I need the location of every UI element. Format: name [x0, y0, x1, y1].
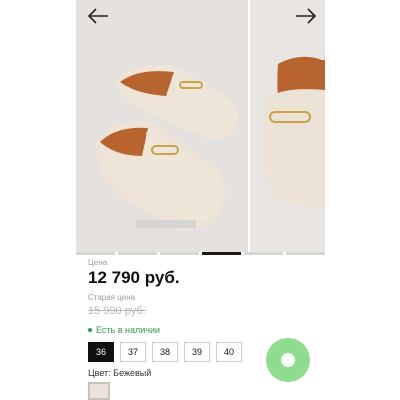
size-option-39[interactable]: 39	[184, 342, 210, 362]
gallery-dot[interactable]	[244, 252, 283, 255]
current-price: 12 790 руб.	[88, 268, 180, 287]
size-option-38[interactable]: 38	[152, 342, 178, 362]
arrow-left-icon[interactable]	[86, 6, 110, 26]
size-option-40[interactable]: 40	[216, 342, 242, 362]
gallery-pagination	[76, 252, 325, 257]
chat-button[interactable]	[266, 338, 310, 382]
size-selector: 36 37 38 39 40	[88, 342, 242, 362]
gallery-dot[interactable]	[160, 252, 199, 255]
old-price: 15 990 руб.	[88, 305, 146, 317]
size-option-36[interactable]: 36	[88, 342, 114, 362]
gallery-dot[interactable]	[76, 252, 115, 255]
gallery-dot[interactable]	[118, 252, 157, 255]
stock-status: Есть в наличии	[88, 325, 160, 335]
old-price-label: Старая цена	[88, 293, 136, 302]
gallery-dot[interactable]	[286, 252, 325, 255]
arrow-right-icon[interactable]	[294, 6, 318, 26]
chat-icon	[281, 353, 295, 367]
color-label: Цвет: Бежевый	[88, 368, 152, 378]
stock-text: Есть в наличии	[96, 325, 160, 335]
price-label: Цена	[88, 258, 108, 267]
product-photo-main	[76, 0, 248, 252]
product-photo-side	[250, 0, 325, 252]
stock-dot-icon	[88, 328, 92, 332]
color-swatch-beige[interactable]	[88, 382, 110, 400]
gallery-dot-active[interactable]	[202, 252, 241, 255]
size-option-37[interactable]: 37	[120, 342, 146, 362]
product-image-gallery[interactable]	[76, 0, 325, 252]
